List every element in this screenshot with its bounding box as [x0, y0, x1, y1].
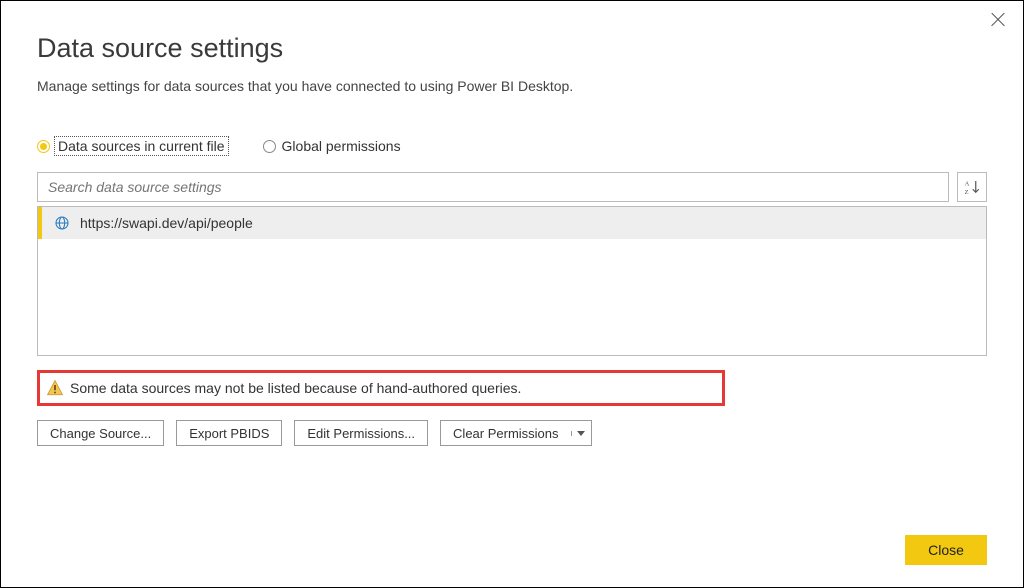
sort-button[interactable]: A Z — [957, 172, 987, 202]
close-button-label: Close — [928, 542, 964, 558]
radio-unselected-icon — [263, 140, 276, 153]
clear-permissions-button[interactable]: Clear Permissions — [440, 420, 591, 446]
search-input[interactable] — [37, 172, 949, 202]
chevron-down-icon — [577, 431, 585, 436]
close-icon[interactable] — [989, 11, 1007, 29]
data-source-url: https://swapi.dev/api/people — [80, 215, 253, 231]
change-source-button[interactable]: Change Source... — [37, 420, 164, 446]
sort-az-icon: A Z — [963, 178, 981, 196]
web-source-icon — [54, 215, 70, 231]
radio-current-file-label: Data sources in current file — [56, 138, 227, 154]
radio-global-permissions[interactable]: Global permissions — [263, 138, 401, 154]
edit-permissions-label: Edit Permissions... — [307, 426, 415, 441]
radio-current-file[interactable]: Data sources in current file — [37, 138, 227, 154]
edit-permissions-button[interactable]: Edit Permissions... — [294, 420, 428, 446]
svg-text:Z: Z — [965, 189, 969, 196]
close-button[interactable]: Close — [905, 535, 987, 565]
data-source-settings-dialog: Data source settings Manage settings for… — [0, 0, 1024, 588]
dialog-title: Data source settings — [37, 33, 987, 64]
search-row: A Z — [37, 172, 987, 202]
clear-permissions-dropdown[interactable] — [571, 431, 591, 436]
dialog-footer: Close — [905, 535, 987, 565]
radio-global-label: Global permissions — [282, 138, 401, 154]
dialog-subtitle: Manage settings for data sources that yo… — [37, 78, 987, 94]
radio-selected-icon — [37, 140, 50, 153]
scope-radio-group: Data sources in current file Global perm… — [37, 138, 987, 154]
dialog-content: Data source settings Manage settings for… — [1, 1, 1023, 446]
data-source-list: https://swapi.dev/api/people — [37, 206, 987, 356]
warning-text: Some data sources may not be listed beca… — [70, 380, 521, 396]
warning-banner: Some data sources may not be listed beca… — [37, 370, 725, 406]
change-source-label: Change Source... — [50, 426, 151, 441]
warning-icon — [46, 379, 64, 397]
clear-permissions-label: Clear Permissions — [441, 426, 570, 441]
svg-text:A: A — [965, 181, 970, 188]
data-source-row[interactable]: https://swapi.dev/api/people — [38, 207, 986, 239]
export-pbids-label: Export PBIDS — [189, 426, 269, 441]
export-pbids-button[interactable]: Export PBIDS — [176, 420, 282, 446]
action-button-row: Change Source... Export PBIDS Edit Permi… — [37, 420, 987, 446]
